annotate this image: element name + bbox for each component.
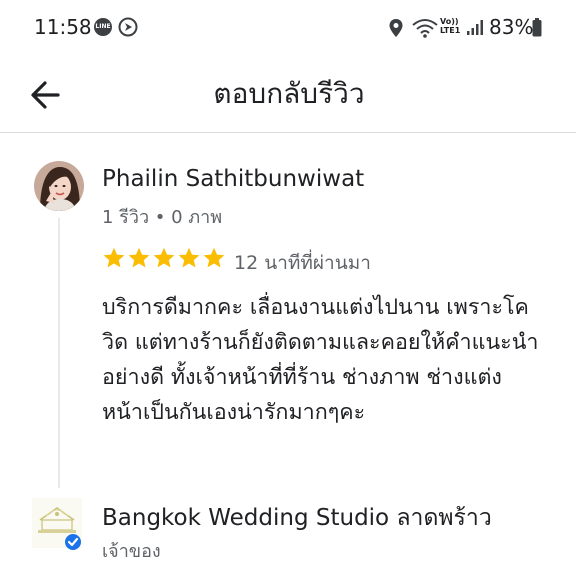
studio-logo-icon [32, 498, 82, 550]
status-bar: 11:58 LINE Vo)) LTE1 83% [0, 0, 576, 58]
reviewer-meta: 1 รีวิว • 0 ภาพ [102, 207, 223, 228]
signal-icon [467, 20, 483, 35]
volte-indicator: Vo)) LTE1 [440, 17, 460, 35]
page-title: ตอบกลับรีวิว [0, 72, 576, 116]
owner-role-label: เจ้าของ [102, 541, 161, 562]
thread-line [58, 218, 60, 488]
review-time: 12 นาทีที่ผ่านมา [234, 252, 371, 274]
volte-label: Vo)) [440, 17, 459, 26]
reviewer-avatar[interactable] [34, 161, 84, 211]
lte-label: LTE1 [440, 26, 461, 35]
battery-icon [532, 18, 542, 37]
reviewer-name[interactable]: Phailin Sathitbunwiwat [102, 166, 364, 192]
navigation-icon [118, 17, 138, 37]
status-time: 11:58 [34, 15, 92, 39]
verified-badge [65, 534, 81, 550]
line-app-icon: LINE [94, 18, 112, 36]
wifi-icon [412, 19, 438, 38]
avatar-photo-icon [34, 161, 84, 211]
star-icon [178, 247, 200, 268]
location-pin-icon [389, 19, 403, 37]
star-icon [153, 247, 175, 268]
star-icon [203, 247, 225, 268]
star-icon [128, 247, 150, 268]
battery-percentage: 83% [489, 15, 534, 39]
owner-logo[interactable] [30, 496, 84, 550]
star-rating [102, 246, 227, 272]
star-icon [103, 247, 125, 268]
owner-name[interactable]: Bangkok Wedding Studio ลาดพร้าว [102, 500, 492, 536]
page-title-text: ตอบกลับรีวิว [213, 77, 365, 110]
header-divider [0, 132, 576, 133]
review-text: บริการดีมากคะ เลื่อนงานแต่งไปนาน เพราะโค… [102, 295, 539, 425]
